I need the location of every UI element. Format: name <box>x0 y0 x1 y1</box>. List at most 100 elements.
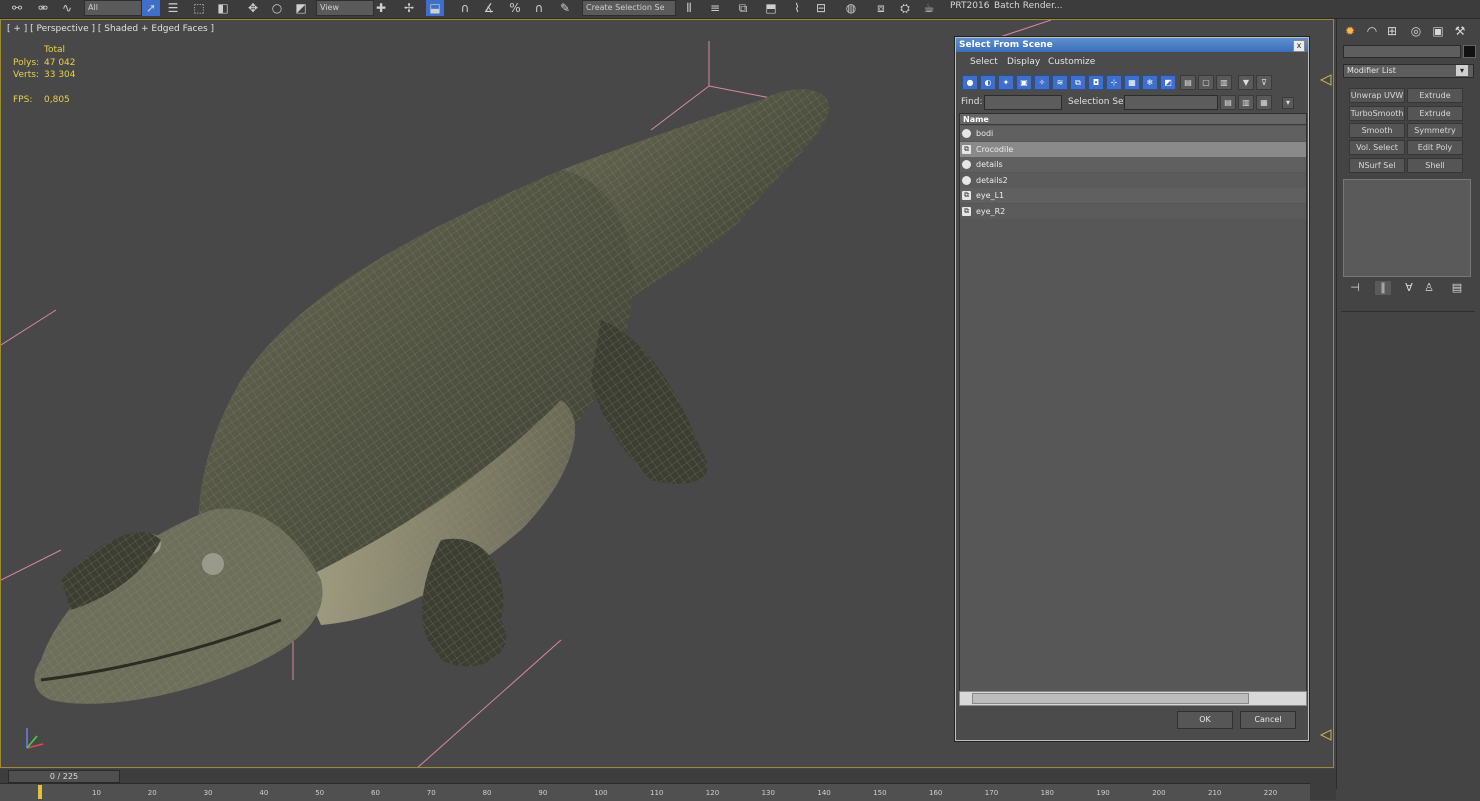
display-hidden-icon[interactable]: ◩ <box>1160 75 1176 90</box>
modifier-list-dropdown[interactable]: Modifier List <box>1343 64 1474 78</box>
display-shapes-icon[interactable]: ◐ <box>980 75 996 90</box>
object-color-swatch[interactable] <box>1463 45 1476 58</box>
modifier-button-nsurf-sel[interactable]: NSurf Sel <box>1349 158 1405 173</box>
select-by-name-icon[interactable]: ☰ <box>164 0 182 16</box>
display-all-icon[interactable]: ▤ <box>1180 75 1196 90</box>
modifier-button-symmetry[interactable]: Symmetry <box>1407 123 1463 138</box>
display-space-warps-icon[interactable]: ≋ <box>1052 75 1068 90</box>
make-unique-icon[interactable]: ∀ <box>1401 281 1417 295</box>
modifier-button-edit-poly[interactable]: Edit Poly <box>1407 140 1463 155</box>
display-helpers-icon[interactable]: ✧ <box>1034 75 1050 90</box>
display-lights-icon[interactable]: ✦ <box>998 75 1014 90</box>
named-selection-sets-combo[interactable]: Create Selection Se <box>582 0 676 16</box>
find-input[interactable] <box>984 95 1062 110</box>
modifier-button-turbosmooth[interactable]: TurboSmooth <box>1349 106 1405 121</box>
window-crossing-icon[interactable]: ◧ <box>214 0 232 16</box>
object-name-field[interactable] <box>1343 45 1461 58</box>
modifier-stack[interactable] <box>1343 179 1471 277</box>
snaps-toggle-icon[interactable]: ∩ <box>456 0 474 16</box>
menu-customize[interactable]: Customize <box>1048 57 1095 67</box>
filter-icon[interactable]: ▼ <box>1238 75 1254 90</box>
ok-button[interactable]: OK <box>1177 711 1233 729</box>
mirror-icon[interactable]: ⫴ <box>680 0 698 16</box>
percent-snap-icon[interactable]: % <box>506 0 524 16</box>
motion-tab-icon[interactable]: ◎ <box>1407 23 1425 39</box>
angle-snap-icon[interactable]: ∡ <box>480 0 498 16</box>
material-editor-icon[interactable]: ◍ <box>842 0 860 16</box>
display-none-icon[interactable]: ▢ <box>1198 75 1214 90</box>
schematic-view-icon[interactable]: ⊟ <box>812 0 830 16</box>
menu-select[interactable]: Select <box>970 57 998 67</box>
utilities-tab-icon[interactable]: ⚒ <box>1451 23 1469 39</box>
curve-editor-icon[interactable]: ⌇ <box>788 0 806 16</box>
selection-set-dropdown[interactable] <box>1124 95 1218 110</box>
scrollbar-thumb[interactable] <box>972 693 1249 704</box>
render-setup-icon[interactable]: ⧈ <box>872 0 890 16</box>
scale-icon[interactable]: ◩ <box>292 0 310 16</box>
column-header-name[interactable]: Name <box>960 114 1306 125</box>
rotate-icon[interactable]: ○ <box>268 0 286 16</box>
scene-object-list[interactable]: Name bodi ⧉ Crocodile details details2 ⧉… <box>959 113 1307 697</box>
display-groups-icon[interactable]: ⧉ <box>1070 75 1086 90</box>
menu-display[interactable]: Display <box>1007 57 1040 67</box>
rendered-frame-icon[interactable]: ⛭ <box>896 0 914 16</box>
modifier-button-vol-select[interactable]: Vol. Select <box>1349 140 1405 155</box>
rectangle-selection-icon[interactable]: ⬚ <box>190 0 208 16</box>
list-item[interactable]: ⧉ eye_L1 <box>960 188 1306 203</box>
display-cameras-icon[interactable]: ▣ <box>1016 75 1032 90</box>
batch-render-label[interactable]: Batch Render... <box>994 0 1063 14</box>
track-bar[interactable]: 10 20 30 40 50 60 70 80 90 100 110 120 130 140 150 160 1… <box>0 783 1310 801</box>
horizontal-scrollbar[interactable] <box>959 691 1307 706</box>
layer-manager-icon[interactable]: ⧉ <box>734 0 752 16</box>
display-bones-icon[interactable]: ⊹ <box>1106 75 1122 90</box>
viewport-label[interactable]: [ + ] [ Perspective ] [ Shaded + Edged F… <box>7 24 214 34</box>
move-icon[interactable]: ✥ <box>244 0 262 16</box>
cancel-button[interactable]: Cancel <box>1240 711 1296 729</box>
select-object-icon[interactable]: ➚ <box>142 0 160 16</box>
align-icon[interactable]: ≡ <box>706 0 724 16</box>
display-geometry-icon[interactable]: ● <box>962 75 978 90</box>
edit-named-selection-icon[interactable]: ✎ <box>556 0 574 16</box>
selection-set-remove-icon[interactable]: ▥ <box>1238 95 1254 110</box>
time-slider[interactable]: 0 / 225 <box>8 770 120 783</box>
display-frozen-icon[interactable]: ❄ <box>1142 75 1158 90</box>
reference-coordinate-combo[interactable]: View <box>316 0 374 16</box>
selection-set-select-icon[interactable]: ▦ <box>1256 95 1272 110</box>
link-icon[interactable]: ⚯ <box>8 0 26 16</box>
display-tab-icon[interactable]: ▣ <box>1429 23 1447 39</box>
display-xrefs-icon[interactable]: ◘ <box>1088 75 1104 90</box>
list-item[interactable]: ⧉ Crocodile <box>960 142 1306 157</box>
selection-set-add-icon[interactable]: ▤ <box>1220 95 1236 110</box>
configure-modifier-sets-icon[interactable]: ▤ <box>1449 281 1465 295</box>
modifier-button-extrude[interactable]: Extrude <box>1407 88 1463 103</box>
list-item[interactable]: details2 <box>960 173 1306 188</box>
modify-tab-icon[interactable]: ◠ <box>1363 23 1381 39</box>
create-tab-icon[interactable]: ✹ <box>1341 23 1359 39</box>
spinner-snap-icon[interactable]: ∩ <box>530 0 548 16</box>
render-icon[interactable]: ☕ <box>920 0 938 16</box>
selection-filter-combo[interactable]: All <box>84 0 142 16</box>
modifier-button-shell[interactable]: Shell <box>1407 158 1463 173</box>
time-slider-caret[interactable] <box>38 785 42 799</box>
prt-label[interactable]: PRT2016 <box>950 0 989 14</box>
display-invert-icon[interactable]: ▥ <box>1216 75 1232 90</box>
pivot-center-icon[interactable]: ✚ <box>372 0 390 16</box>
close-icon[interactable]: x <box>1293 40 1305 52</box>
modifier-button-smooth[interactable]: Smooth <box>1349 123 1405 138</box>
hierarchy-tab-icon[interactable]: ⊞ <box>1383 23 1401 39</box>
unlink-icon[interactable]: ⚮ <box>34 0 52 16</box>
chevron-down-icon[interactable]: ▾ <box>1282 97 1294 109</box>
filter-settings-icon[interactable]: ⊽ <box>1256 75 1272 90</box>
list-item[interactable]: ⧉ eye_R2 <box>960 204 1306 219</box>
display-containers-icon[interactable]: ▦ <box>1124 75 1140 90</box>
graphite-tools-icon[interactable]: ⬒ <box>762 0 780 16</box>
list-item[interactable]: bodi <box>960 126 1306 141</box>
pin-stack-icon[interactable]: ⊣ <box>1347 281 1363 295</box>
chevron-down-icon[interactable]: ▾ <box>1456 65 1468 76</box>
bind-space-warp-icon[interactable]: ∿ <box>58 0 76 16</box>
select-manipulate-icon[interactable]: ✢ <box>400 0 418 16</box>
keyboard-shortcut-icon[interactable]: ⬓ <box>426 0 444 16</box>
list-item[interactable]: details <box>960 157 1306 172</box>
modifier-button-unwrap-uvw[interactable]: Unwrap UVW <box>1349 88 1405 103</box>
modifier-button-extrude-2[interactable]: Extrude <box>1407 106 1463 121</box>
